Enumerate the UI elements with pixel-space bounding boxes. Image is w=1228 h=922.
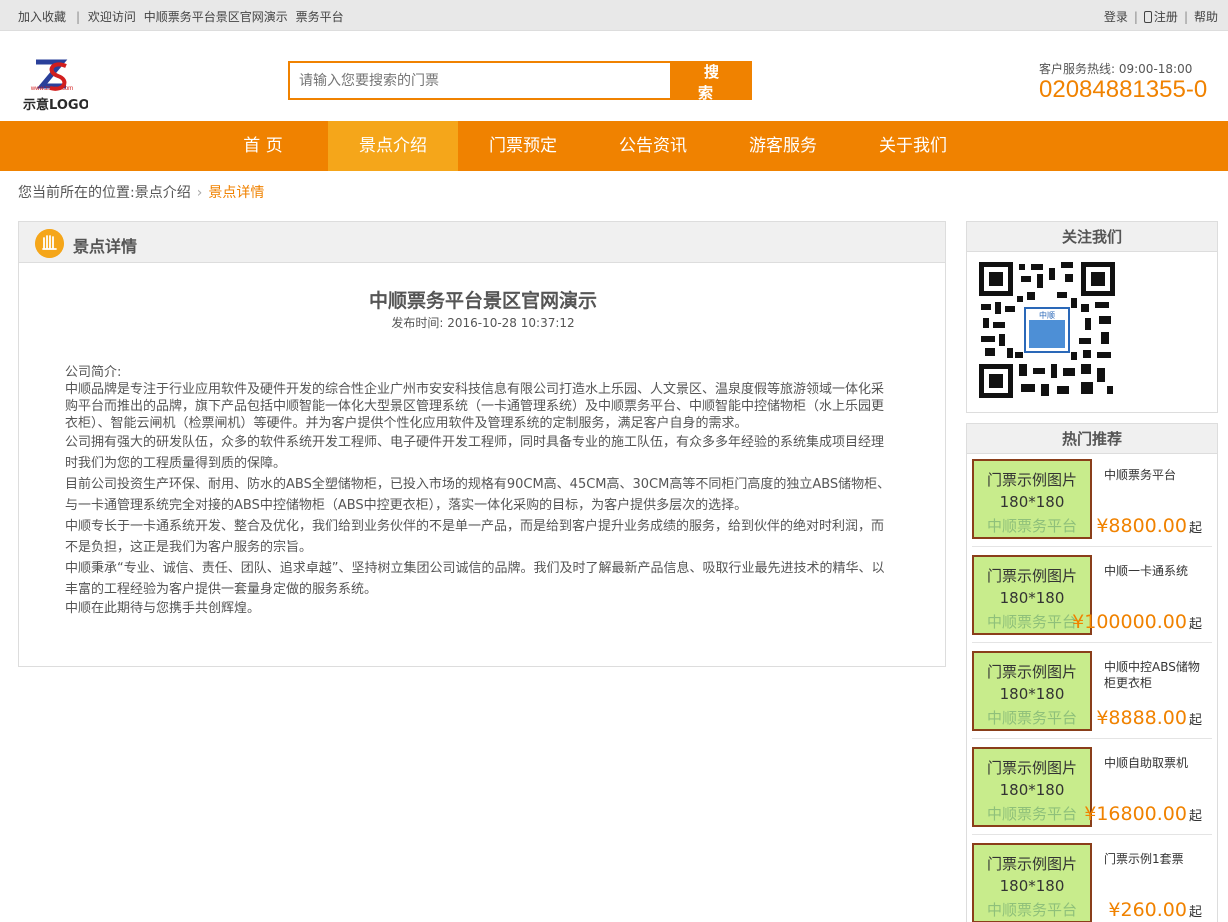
item-price: ¥8800.00 起 [1096, 515, 1202, 537]
paragraph: 公司简介: [65, 365, 122, 380]
hotline-number: 02084881355-0 [1039, 76, 1208, 103]
paragraph: 中顺专长于一卡通系统开发、整合及优化，我们给到业务伙伴的不是单一产品，而是给到客… [65, 519, 885, 555]
thumb-line: 180*180 [999, 781, 1065, 799]
item-name[interactable]: 中顺票务平台 [1104, 467, 1210, 483]
thumb-line: 中顺票务平台 [986, 805, 1077, 823]
hotline-label: 客户服务热线: 09:00-18:00 [1039, 62, 1193, 76]
search-button[interactable]: 搜 索 [671, 61, 752, 102]
help-link[interactable]: 帮助 [1194, 10, 1218, 24]
main-nav: 首 页 景点介绍 门票预定 公告资讯 游客服务 关于我们 [0, 121, 1228, 171]
divider: | [1133, 10, 1138, 24]
hot-item[interactable]: 门票示例图片 180*180 中顺票务平台 中顺中控ABS储物柜更衣柜 ¥888… [972, 651, 1212, 739]
thumb-line: 180*180 [999, 877, 1065, 895]
hot-recommend-title: 热门推荐 [967, 424, 1217, 454]
platform-text: 票务平台 [295, 10, 344, 24]
article-body: 公司简介: 中顺品牌是专注于行业应用软件及硬件开发的综合性企业广州市安安科技信息… [65, 364, 893, 617]
top-bar-left: 加入收藏 | 欢迎访问 中顺票务平台景区官网演示 票务平台 [18, 8, 348, 25]
price-value: ¥8888.00 [1096, 707, 1187, 729]
ticket-thumbnail[interactable]: 门票示例图片 180*180 中顺票务平台 [972, 459, 1092, 539]
thumb-line: 180*180 [999, 493, 1065, 511]
follow-us-title: 关注我们 [967, 222, 1217, 252]
price-value: ¥16800.00 [1084, 803, 1187, 825]
logo-mark [36, 59, 68, 91]
divider: | [1183, 10, 1188, 24]
breadcrumb-parent[interactable]: 景点介绍 [135, 185, 191, 201]
mobile-phone-icon [1143, 11, 1152, 23]
thumb-line: 门票示例图片 [986, 663, 1077, 681]
site-name: 中顺票务平台景区官网演示 [143, 10, 288, 24]
search-input[interactable] [290, 63, 670, 98]
price-unit: 起 [1188, 713, 1202, 728]
thumb-line: 门票示例图片 [986, 567, 1077, 585]
panel-title: 景点详情 [73, 237, 138, 256]
chevron-right-icon: › [196, 185, 203, 201]
price-unit: 起 [1188, 809, 1202, 824]
item-name[interactable]: 中顺自助取票机 [1104, 755, 1210, 771]
ticket-thumbnail[interactable]: 门票示例图片 180*180 中顺票务平台 [972, 843, 1092, 922]
thumb-line: 中顺票务平台 [986, 709, 1077, 727]
item-price: ¥100000.00 起 [1072, 611, 1202, 633]
hot-item[interactable]: 门票示例图片 180*180 中顺票务平台 门票示例1套票 ¥260.00 起 [972, 843, 1212, 922]
scenic-icon [35, 229, 64, 258]
item-price: ¥8888.00 起 [1096, 707, 1202, 729]
hot-item[interactable]: 门票示例图片 180*180 中顺票务平台 中顺票务平台 ¥8800.00 起 [972, 459, 1212, 547]
nav-item-home[interactable]: 首 页 [198, 121, 328, 171]
paragraph: 公司拥有强大的研发队伍，众多的软件系统开发工程师、电子硬件开发工程师，同时具备专… [65, 435, 885, 471]
item-name[interactable]: 中顺中控ABS储物柜更衣柜 [1104, 659, 1210, 691]
welcome-text: 欢迎访问 [87, 10, 136, 24]
bookmark-link[interactable]: 加入收藏 [18, 10, 66, 24]
site-logo[interactable]: www.zssss.com 示意LOGO [22, 58, 88, 114]
login-link[interactable]: 登录 [1104, 10, 1128, 24]
price-unit: 起 [1188, 617, 1202, 632]
thumb-line: 180*180 [999, 589, 1065, 607]
thumb-line: 中顺票务平台 [986, 517, 1077, 535]
article-date: 发布时间: 2016-10-28 10:37:12 [391, 316, 575, 330]
search-box [288, 61, 672, 100]
item-price: ¥260.00 起 [1108, 899, 1202, 921]
logo-text: 示意LOGO [23, 97, 88, 113]
item-name[interactable]: 中顺一卡通系统 [1104, 563, 1210, 579]
panel-header: 景点详情 [19, 222, 945, 263]
detail-panel: 景点详情 中顺票务平台景区官网演示 发布时间: 2016-10-28 10:37… [18, 221, 946, 667]
nav-item-about-us[interactable]: 关于我们 [848, 121, 978, 171]
nav-item-ticket-booking[interactable]: 门票预定 [458, 121, 588, 171]
hot-item[interactable]: 门票示例图片 180*180 中顺票务平台 中顺自助取票机 ¥16800.00 起 [972, 747, 1212, 835]
follow-us-box: 关注我们 中顺 [966, 221, 1218, 413]
ticket-thumbnail[interactable]: 门票示例图片 180*180 中顺票务平台 [972, 651, 1092, 731]
qr-center-text: 中顺 [1039, 310, 1055, 320]
ticket-thumbnail[interactable]: 门票示例图片 180*180 中顺票务平台 [972, 747, 1092, 827]
thumb-line: 180*180 [999, 685, 1065, 703]
nav-item-scenic-intro[interactable]: 景点介绍 [328, 121, 458, 171]
paragraph: 中顺在此期待与您携手共创辉煌。 [65, 601, 261, 616]
thumb-line: 中顺票务平台 [986, 901, 1077, 919]
article-title: 中顺票务平台景区官网演示 [368, 290, 597, 312]
top-bar: 加入收藏 | 欢迎访问 中顺票务平台景区官网演示 票务平台 登录 | 注册 | 帮助 [0, 0, 1228, 31]
divider: | [76, 10, 81, 24]
thumb-line: 门票示例图片 [986, 759, 1077, 777]
top-bar-right: 登录 | 注册 | 帮助 [1104, 8, 1218, 25]
price-value: ¥260.00 [1108, 899, 1187, 921]
breadcrumb-prefix: 您当前所在的位置: [18, 185, 135, 201]
hot-item[interactable]: 门票示例图片 180*180 中顺票务平台 中顺一卡通系统 ¥100000.00… [972, 555, 1212, 643]
nav-item-news[interactable]: 公告资讯 [588, 121, 718, 171]
price-unit: 起 [1188, 521, 1202, 536]
item-price: ¥16800.00 起 [1084, 803, 1202, 825]
paragraph: 中顺品牌是专注于行业应用软件及硬件开发的综合性企业广州市安安科技信息有限公司打造… [65, 382, 885, 431]
paragraph: 目前公司投资生产环保、耐用、防水的ABS全塑储物柜，已投入市场的规格有90CM高… [65, 477, 891, 513]
price-value: ¥100000.00 [1072, 611, 1187, 633]
hot-recommend-box: 热门推荐 门票示例图片 180*180 中顺票务平台 中顺票务平台 ¥8800.… [966, 423, 1218, 922]
breadcrumb-current: 景点详情 [208, 185, 265, 201]
thumb-line: 门票示例图片 [986, 855, 1077, 873]
qr-code-icon[interactable]: 中顺 [977, 260, 1117, 400]
logo-url: www.zssss.com [30, 86, 73, 92]
item-name[interactable]: 门票示例1套票 [1104, 851, 1210, 867]
thumb-line: 门票示例图片 [986, 471, 1077, 489]
paragraph: 中顺秉承“专业、诚信、责任、团队、追求卓越”、坚持树立集团公司诚信的品牌。我们及… [65, 561, 885, 597]
register-link[interactable]: 注册 [1154, 10, 1178, 24]
breadcrumb: 您当前所在的位置:景点介绍 › 景点详情 [18, 182, 264, 202]
price-unit: 起 [1188, 905, 1202, 920]
price-value: ¥8800.00 [1096, 515, 1187, 537]
nav-item-visitor-service[interactable]: 游客服务 [718, 121, 848, 171]
